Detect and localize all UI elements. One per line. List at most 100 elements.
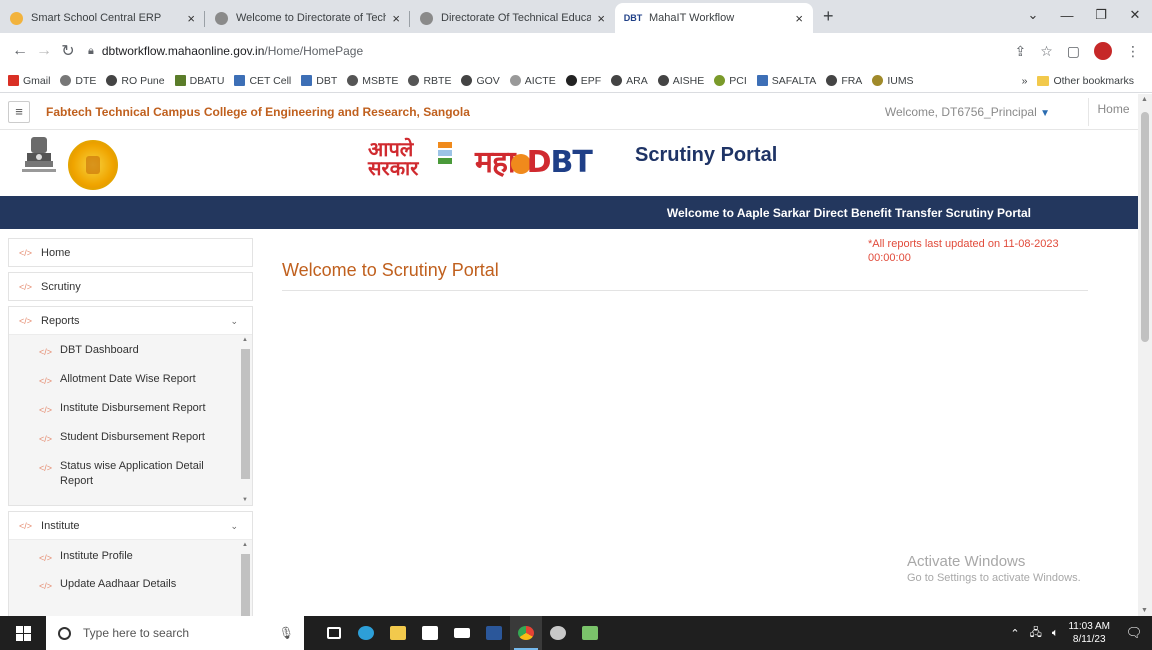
reload-icon[interactable]: ↻ [56, 41, 80, 61]
edge-icon[interactable] [350, 616, 382, 650]
new-tab-icon[interactable]: + [823, 6, 834, 27]
tab-close-icon[interactable]: × [187, 11, 195, 26]
share-icon[interactable]: ⇪ [1014, 43, 1026, 60]
tab-search-chevron-icon[interactable]: ⌄ [1016, 7, 1050, 23]
more-bookmarks-button[interactable]: » [1022, 75, 1028, 87]
store-icon[interactable] [414, 616, 446, 650]
bookmark-item[interactable]: ARA [611, 75, 648, 87]
restore-icon[interactable]: ❐ [1084, 7, 1118, 23]
sidebar-item-label: Scrutiny [41, 280, 81, 293]
link-icon: </> [19, 247, 33, 258]
dbatu-icon [174, 75, 186, 86]
maharashtra-seal-icon [68, 140, 118, 190]
bookmark-item[interactable]: IUMS [872, 75, 914, 87]
dte-icon [60, 75, 72, 86]
bookmark-item[interactable]: MSBTE [347, 75, 398, 87]
tab-smart-school[interactable]: Smart School Central ERP × [0, 3, 205, 33]
excel-icon[interactable] [574, 616, 606, 650]
sidebar-item-student-disbursement[interactable]: </> Student Disbursement Report [9, 430, 252, 459]
tab-close-icon[interactable]: × [392, 11, 400, 26]
tab-favicon-icon [420, 11, 433, 25]
taskbar-clock[interactable]: 11:03 AM 8/11/23 [1068, 620, 1110, 646]
bookmark-star-icon[interactable]: ☆ [1040, 43, 1053, 60]
close-window-icon[interactable]: ✕ [1118, 7, 1152, 23]
tab-dte-welcome[interactable]: Welcome to Directorate of Techn × [205, 3, 410, 33]
back-icon[interactable]: ← [8, 42, 32, 60]
volume-icon[interactable]: 🔈︎ [1052, 627, 1059, 640]
tab-close-icon[interactable]: × [795, 11, 803, 26]
windows-taskbar: Type here to search 🎙︎ ⌃ 🖧︎ 🔈︎ 11:03 AM … [0, 616, 1152, 650]
window-controls: ⌄ — ❐ ✕ [1016, 0, 1152, 30]
bookmark-item[interactable]: DTE [60, 75, 96, 87]
sidebar-item-institute[interactable]: </> Institute ⌄ [9, 512, 252, 540]
microphone-icon[interactable]: 🎙︎ [279, 626, 294, 640]
bookmark-item[interactable]: EPF [565, 75, 601, 87]
sidebar: </> Home </> Scrutiny </> Reports ⌄ </> D… [8, 238, 253, 616]
sidebar-item-scrutiny[interactable]: </> Scrutiny [8, 272, 253, 301]
submenu-scrollbar[interactable]: ▲ ▼ [240, 335, 250, 505]
bookmark-item[interactable]: DBATU [174, 75, 224, 87]
word-icon[interactable] [478, 616, 510, 650]
start-button[interactable] [0, 625, 46, 641]
sidebar-item-label: Institute [41, 519, 80, 532]
bookmark-item[interactable]: PCI [714, 75, 747, 87]
forward-icon[interactable]: → [32, 42, 56, 60]
url-field[interactable]: 🔒︎ dbtworkflow.mahaonline.gov.in/Home/Ho… [88, 37, 1014, 65]
tab-label: Welcome to Directorate of Techn [236, 12, 387, 24]
link-icon: </> [39, 347, 53, 357]
bookmark-item[interactable]: FRA [826, 75, 862, 87]
notification-icon[interactable]: 🗨︎ [1122, 625, 1146, 641]
bookmark-item[interactable]: RBTE [408, 75, 451, 87]
bookmark-item[interactable]: AISHE [657, 75, 704, 87]
gmail-icon [8, 75, 19, 86]
bookmark-item[interactable]: RO Pune [106, 75, 165, 87]
bookmark-item[interactable]: AICTE [509, 75, 556, 87]
file-explorer-icon[interactable] [382, 616, 414, 650]
bookmark-item[interactable]: CET Cell [234, 75, 291, 87]
sidebar-item-label: Reports [41, 314, 80, 327]
menu-kebab-icon[interactable]: ⋮ [1126, 43, 1140, 60]
sidebar-item-dbt-dashboard[interactable]: </> DBT Dashboard [9, 343, 252, 372]
tab-label: MahaIT Workflow [649, 12, 735, 24]
scrollbar-thumb[interactable] [1141, 112, 1149, 342]
title-divider [282, 290, 1088, 291]
mail-icon[interactable] [446, 616, 478, 650]
sidebar-item-allotment-report[interactable]: </> Allotment Date Wise Report [9, 372, 252, 401]
hamburger-menu-icon[interactable]: ≡ [8, 100, 30, 123]
msbte-icon [347, 75, 359, 86]
tab-favicon-icon: DBT [623, 13, 643, 23]
sidebar-item-home[interactable]: </> Home [8, 238, 253, 267]
taskbar-search-input[interactable]: Type here to search 🎙︎ [46, 616, 304, 650]
windows-logo-icon [15, 625, 31, 641]
show-hidden-icons-icon[interactable]: ⌃ [1010, 627, 1019, 640]
paint-icon[interactable] [542, 616, 574, 650]
sidebar-item-institute-disbursement[interactable]: </> Institute Disbursement Report [9, 401, 252, 430]
side-panel-icon[interactable]: ▢ [1067, 43, 1080, 60]
network-icon[interactable]: 🖧︎ [1030, 624, 1042, 643]
bookmark-item[interactable]: Gmail [8, 75, 50, 87]
bookmark-item[interactable]: DBT [301, 75, 337, 87]
sidebar-item-update-aadhaar[interactable]: </> Update Aadhaar Details [9, 577, 252, 605]
sidebar-item-reports[interactable]: </> Reports ⌄ [9, 307, 252, 335]
link-icon: </> [39, 376, 53, 386]
minimize-icon[interactable]: — [1050, 8, 1084, 23]
page-scrollbar[interactable]: ▲ ▼ [1138, 94, 1152, 616]
bookmark-item[interactable]: SAFALTA [756, 75, 816, 87]
user-menu[interactable]: Welcome, DT6756_Principal ▼ [885, 105, 1050, 119]
chrome-icon[interactable] [510, 616, 542, 650]
sidebar-item-institute-profile[interactable]: </> Institute Profile [9, 549, 252, 577]
dbt-icon [301, 75, 313, 86]
bookmark-item[interactable]: GOV [461, 75, 500, 87]
link-icon: </> [19, 315, 33, 326]
tab-close-icon[interactable]: × [597, 11, 605, 26]
tab-dte-technical[interactable]: Directorate Of Technical Educatic × [410, 3, 615, 33]
submenu-scrollbar[interactable]: ▲ [240, 540, 250, 616]
task-view-icon[interactable] [318, 616, 350, 650]
link-icon: </> [39, 434, 53, 444]
home-link[interactable]: Home [1088, 98, 1138, 126]
other-bookmarks-folder[interactable]: Other bookmarks [1037, 75, 1134, 87]
tab-mahait-workflow[interactable]: DBT MahaIT Workflow × [615, 3, 813, 33]
profile-avatar[interactable] [1094, 42, 1112, 60]
safalta-icon [756, 75, 768, 86]
sidebar-item-status-wise-report[interactable]: </> Status wise Application Detail Report [9, 459, 252, 489]
